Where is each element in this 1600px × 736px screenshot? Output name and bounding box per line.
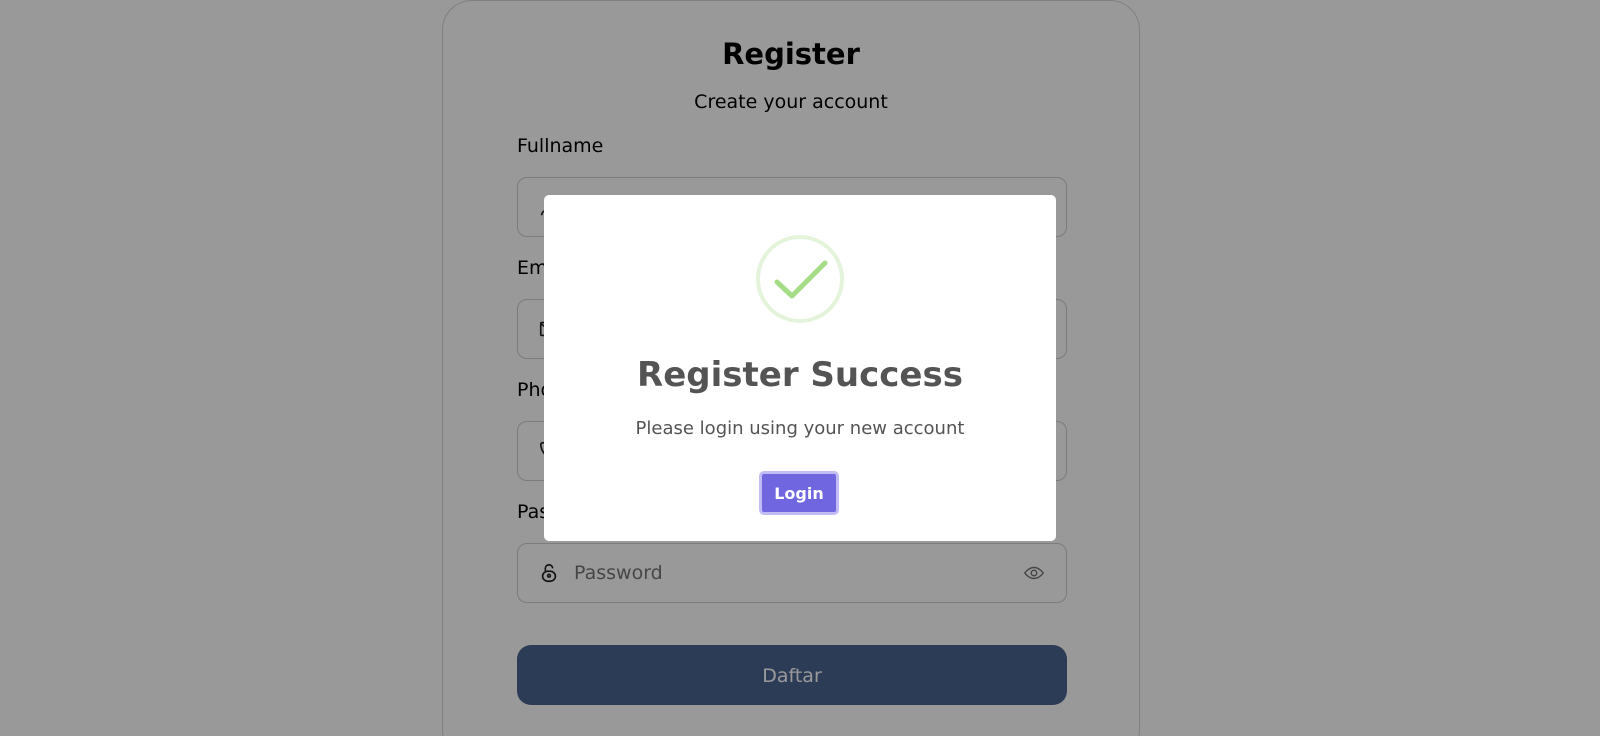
check-circle-icon (756, 235, 844, 323)
dialog-message: Please login using your new account (635, 418, 965, 439)
login-button[interactable]: Login (759, 471, 839, 515)
register-page: Register Create your account Fullname Em… (0, 0, 1600, 736)
dialog-title: Register Success (637, 355, 963, 395)
success-dialog: Register Success Please login using your… (544, 195, 1056, 541)
